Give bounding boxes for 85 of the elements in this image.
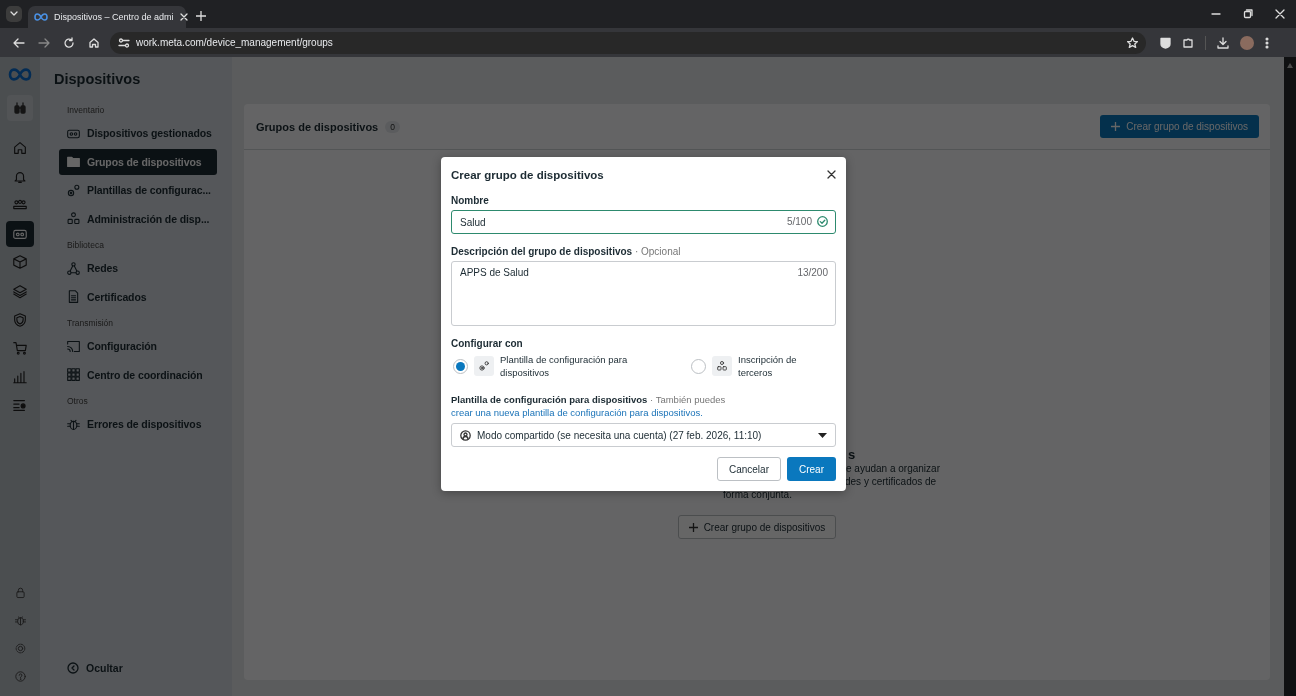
cart-icon	[12, 340, 28, 357]
profile-avatar[interactable]	[1240, 35, 1254, 50]
empty-state-heading: s	[848, 447, 856, 462]
sidebar-item[interactable]: Errores de dispositivos	[59, 411, 217, 437]
option-label[interactable]: Inscripción de terceros	[738, 353, 828, 379]
home-icon	[12, 140, 28, 156]
create-button[interactable]: Crear	[787, 457, 836, 481]
folder-icon	[66, 154, 81, 169]
settings-icon	[12, 397, 28, 414]
gears-icon	[66, 182, 81, 198]
count-badge: 0	[385, 120, 400, 133]
valid-check-icon	[817, 216, 828, 227]
empty-state-text: des y certificados de	[845, 476, 937, 487]
close-icon[interactable]	[827, 170, 836, 179]
shield-icon	[12, 311, 28, 328]
gear-icon	[13, 641, 27, 655]
section-heading: Transmisión	[67, 318, 114, 328]
sidebar-item[interactable]: Centro de coordinación	[59, 361, 217, 388]
sidebar-item[interactable]: Dispositivos gestionados	[59, 120, 217, 146]
sidebar-item[interactable]: Redes	[59, 255, 217, 281]
close-icon	[179, 13, 188, 21]
caret-down-icon	[818, 432, 827, 438]
restore-icon[interactable]	[1243, 9, 1253, 19]
field-label: Configurar con	[451, 338, 524, 349]
download-icon[interactable]	[1217, 36, 1229, 49]
browser-tab[interactable]: Dispositivos – Centro de admi	[28, 6, 186, 28]
panel-title: Grupos de dispositivos	[256, 120, 379, 133]
infinity-logo-icon	[34, 13, 48, 21]
cube-icon	[12, 254, 28, 271]
sidebar-item[interactable]: Plantillas de configurac...	[59, 177, 217, 203]
radio-button[interactable]	[453, 358, 468, 374]
nodes-icon	[66, 211, 81, 226]
shield-extension-icon[interactable]	[1160, 36, 1171, 49]
collapse-button[interactable]: Ocultar	[67, 662, 123, 674]
scroll-up-icon	[1287, 63, 1293, 68]
address-bar[interactable]: work.meta.com/device_management/groups	[110, 31, 1146, 54]
site-settings-icon	[118, 36, 130, 49]
plus-icon	[688, 522, 698, 532]
back-icon[interactable]	[12, 36, 25, 49]
rail-button[interactable]	[6, 220, 34, 247]
create-template-link[interactable]: crear una nueva plantilla de configuración para dispositivos.	[451, 407, 703, 418]
help-icon	[13, 669, 27, 683]
bookmark-star-icon[interactable]	[1127, 37, 1138, 48]
shared-user-icon	[460, 429, 471, 441]
tab-list-button[interactable]	[6, 6, 22, 22]
grid-icon	[66, 367, 81, 382]
reload-icon[interactable]	[62, 36, 75, 49]
radio-button[interactable]	[691, 358, 706, 374]
binoculars-icon	[14, 102, 26, 114]
cancel-button[interactable]: Cancelar	[716, 457, 781, 481]
template-dropdown[interactable]: Modo compartido (se necesita una cuenta) (27 feb. 2026, 11:10)	[451, 423, 836, 447]
plus-icon	[1111, 122, 1121, 131]
more-menu-icon[interactable]	[1265, 36, 1269, 49]
forward-icon[interactable]	[37, 36, 50, 49]
sidebar-item[interactable]: Certificados	[59, 283, 217, 310]
template-label: Plantilla de configuración para dispositivos · También puedes crear una nueva plantilla de configuración para dispositivos.	[451, 393, 727, 419]
bar-chart-icon	[12, 368, 28, 385]
option-label[interactable]: Plantilla de configuración para dispositivos	[500, 353, 640, 379]
network-icon	[66, 260, 81, 276]
chevron-down-icon	[10, 11, 18, 17]
layers-icon	[12, 282, 28, 299]
field-label: Nombre	[451, 195, 490, 206]
tab-title: Dispositivos – Centro de admi	[54, 12, 174, 22]
empty-state-text: forma conjunta.	[723, 489, 792, 500]
field-label: Descripción del grupo de dispositivos · Opcional	[451, 246, 682, 257]
document-icon	[66, 289, 81, 304]
scrollbar[interactable]	[1284, 57, 1296, 696]
sidebar-item[interactable]: Administración de disp...	[59, 205, 217, 232]
lock-icon	[13, 585, 27, 599]
collapse-icon	[67, 662, 79, 674]
puzzle-icon[interactable]	[1182, 36, 1194, 49]
sidebar-item[interactable]: Configuración	[59, 333, 217, 359]
create-group-button[interactable]: Crear grupo de dispositivos	[677, 515, 837, 539]
create-group-button[interactable]: Crear grupo de dispositivos	[1100, 115, 1259, 138]
new-tab-icon[interactable]	[196, 11, 206, 21]
sidebar-item[interactable]: Grupos de dispositivos	[59, 148, 217, 175]
home-icon[interactable]	[87, 36, 100, 49]
dialog-title: Crear grupo de dispositivos	[451, 168, 604, 181]
bug-icon	[13, 613, 27, 627]
cast-icon	[66, 338, 81, 354]
char-counter: 13/200	[797, 267, 828, 278]
empty-state-text: e ayudan a organizar	[846, 463, 940, 474]
char-counter: 5/100	[786, 216, 812, 227]
page-title: Dispositivos	[54, 71, 142, 87]
binoculars-button[interactable]	[7, 95, 33, 121]
